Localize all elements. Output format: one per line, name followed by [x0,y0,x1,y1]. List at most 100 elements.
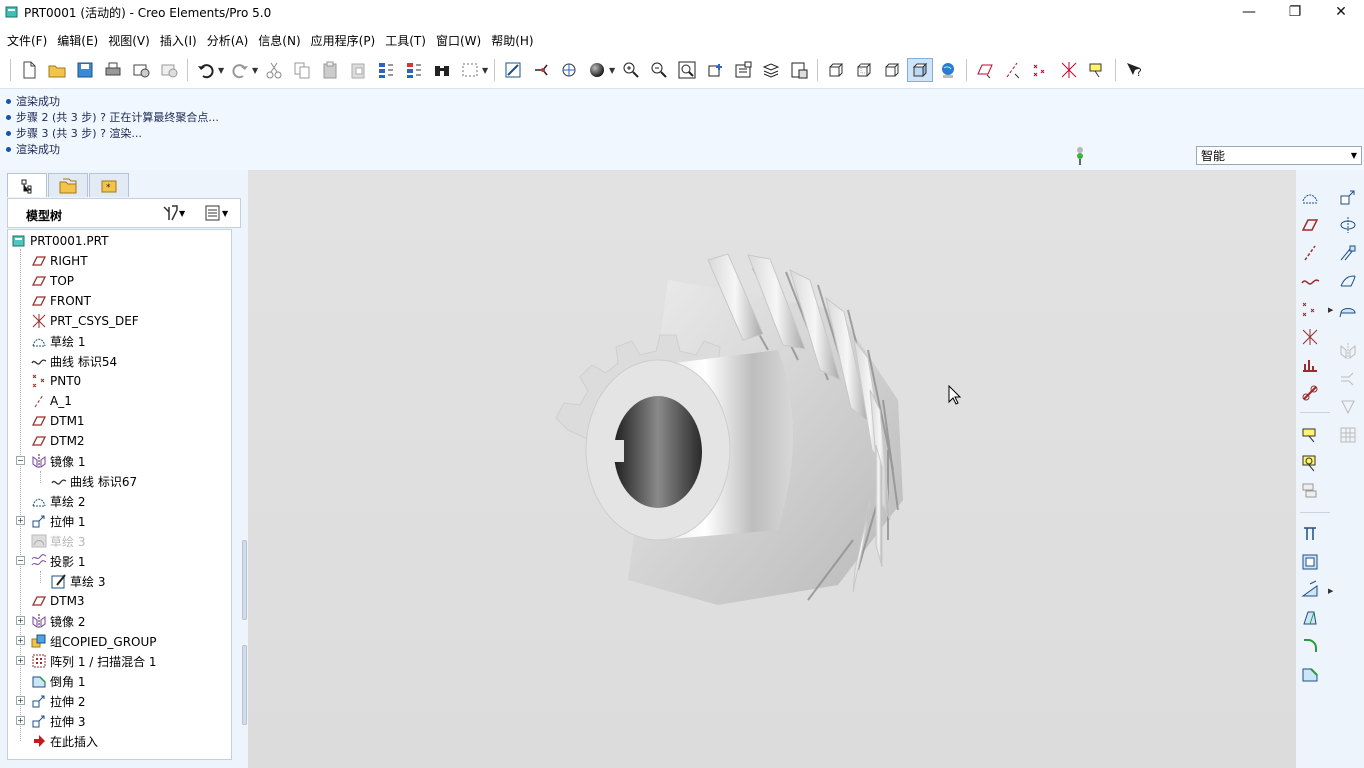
tree-item-sketch-2[interactable]: 草绘 2 [31,491,85,511]
style-button[interactable] [1336,297,1360,321]
regen-manager-button[interactable] [401,58,427,82]
expand-toggle[interactable]: + [16,636,25,645]
no-hidden-button[interactable] [879,58,905,82]
tab-favorites[interactable]: * [89,173,129,197]
tree-item-a1[interactable]: A_1 [31,391,72,411]
regen-status-icon[interactable] [1075,146,1085,166]
datum-point-button[interactable] [1298,297,1322,321]
link-button[interactable] [1298,381,1322,405]
tree-item-front[interactable]: FRONT [31,291,91,311]
tab-folder-browser[interactable] [48,173,88,197]
plane-display-button[interactable] [972,58,998,82]
tree-item-curve-67[interactable]: 曲线 标识67 [51,471,137,491]
zoom-out-button[interactable] [646,58,672,82]
tree-settings-button[interactable]: ▼ [161,204,185,222]
datum-plane-button[interactable] [1298,213,1322,237]
chamfer-button[interactable] [1298,662,1322,686]
tree-item-pnt0[interactable]: PNT0 [31,371,81,391]
select-box-button[interactable] [457,58,483,82]
copy-button[interactable] [289,58,315,82]
spin-center-button[interactable] [528,58,554,82]
annotation-feature-button[interactable] [1298,423,1322,447]
collapse-toggle[interactable]: − [16,556,25,565]
draft-button[interactable] [1298,606,1322,630]
graphics-window[interactable] [248,170,1296,768]
tree-item-extrude-1[interactable]: 拉伸 1 [31,511,85,531]
menu-window[interactable]: 窗口(W) [432,32,485,49]
menu-edit[interactable]: 编辑(E) [53,32,102,49]
menu-applications[interactable]: 应用程序(P) [307,32,380,49]
close-button[interactable]: ✕ [1318,0,1364,24]
menu-view[interactable]: 视图(V) [104,32,154,49]
tree-item-copied-group[interactable]: 组COPIED_GROUP [31,631,157,651]
wireframe-button[interactable] [823,58,849,82]
display-style-button[interactable] [584,58,610,82]
paste-special-button[interactable] [345,58,371,82]
tree-show-button[interactable]: ▼ [204,204,228,222]
shading-button[interactable] [907,58,933,82]
tree-item-mirror-1[interactable]: 镜像 1 [31,451,85,471]
tree-item-extrude-3[interactable]: 拉伸 3 [31,711,85,731]
save-button[interactable] [72,58,98,82]
datum-curve-sketch-button[interactable] [1298,185,1322,209]
menu-analysis[interactable]: 分析(A) [203,32,253,49]
undo-button[interactable] [193,58,219,82]
analysis-feature-button[interactable] [1298,353,1322,377]
menu-info[interactable]: 信息(N) [254,32,304,49]
orient-mode-button[interactable] [556,58,582,82]
tree-item-csys[interactable]: PRT_CSYS_DEF [31,311,139,331]
revolve-button[interactable] [1336,213,1360,237]
point-display-button[interactable] [1028,58,1054,82]
select-dropdown-icon[interactable]: ▼ [482,66,490,75]
variable-sweep-button[interactable] [1336,241,1360,265]
reorient-button[interactable] [702,58,728,82]
menu-tools[interactable]: 工具(T) [381,32,430,49]
layers-button[interactable] [758,58,784,82]
context-help-button[interactable]: ? [1121,58,1147,82]
trim-button[interactable] [1336,395,1360,419]
tree-item-pattern-1[interactable]: 阵列 1 / 扫描混合 1 [31,651,157,671]
extrude-button[interactable] [1336,185,1360,209]
tree-item-sketch-3[interactable]: 草绘 3 [51,571,105,591]
regenerate-button[interactable] [373,58,399,82]
minimize-button[interactable]: — [1226,0,1272,24]
tree-item-chamfer-1[interactable]: 倒角 1 [31,671,85,691]
datum-point-dropdown-icon[interactable]: ▶ [1328,306,1333,314]
tree-item-dtm3[interactable]: DTM3 [31,591,85,611]
csys-display-button[interactable] [1056,58,1082,82]
hidden-line-button[interactable] [851,58,877,82]
annotation-display-button[interactable] [1084,58,1110,82]
redo-dropdown-icon[interactable]: ▼ [252,66,260,75]
redraw-button[interactable] [500,58,526,82]
tree-item-dtm2[interactable]: DTM2 [31,431,85,451]
expand-toggle[interactable]: + [16,516,25,525]
new-file-button[interactable] [16,58,42,82]
mirror-button[interactable] [1336,339,1360,363]
splitter-grip[interactable] [242,645,247,725]
datum-curve-button[interactable] [1298,269,1322,293]
selection-filter-dropdown[interactable]: 智能 ▼ [1196,146,1362,165]
annotation-element-button[interactable] [1298,451,1322,475]
axis-display-button[interactable] [1000,58,1026,82]
shell-button[interactable] [1298,550,1322,574]
tree-item-insert-here[interactable]: 在此插入 [31,731,98,751]
tree-item-extrude-2[interactable]: 拉伸 2 [31,691,85,711]
send-mail-button[interactable] [128,58,154,82]
zoom-in-button[interactable] [618,58,644,82]
send-link-button[interactable] [156,58,182,82]
redo-button[interactable] [227,58,253,82]
tree-item-top[interactable]: TOP [31,271,74,291]
saved-views-button[interactable] [730,58,756,82]
collapse-toggle[interactable]: − [16,456,25,465]
round-button[interactable] [1298,634,1322,658]
tab-model-tree[interactable] [7,173,47,197]
tree-item-mirror-2[interactable]: 镜像 2 [31,611,85,631]
expand-toggle[interactable]: + [16,716,25,725]
boundary-blend-button[interactable] [1336,269,1360,293]
expand-toggle[interactable]: + [16,696,25,705]
enhanced-realism-button[interactable] [935,58,961,82]
annotation-set-button[interactable] [1298,479,1322,503]
tree-item-dtm1[interactable]: DTM1 [31,411,85,431]
maximize-button[interactable]: ❐ [1272,0,1318,24]
menu-insert[interactable]: 插入(I) [156,32,201,49]
